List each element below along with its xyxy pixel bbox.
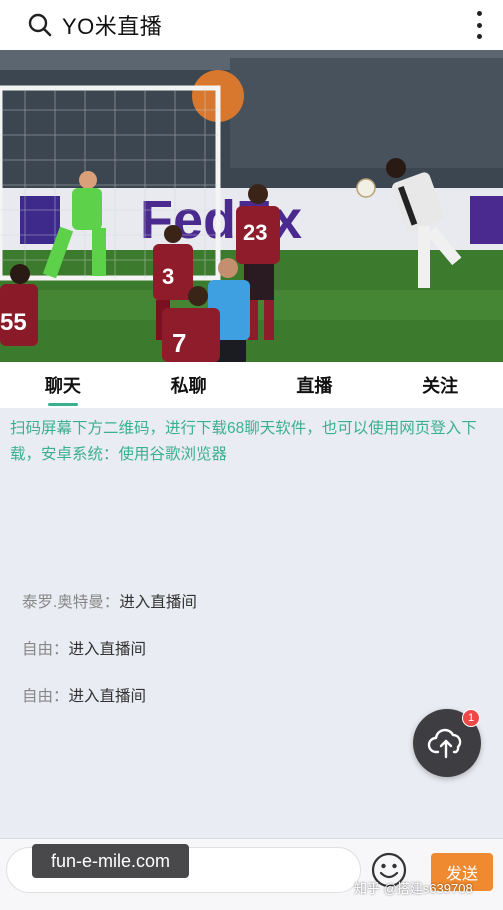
chat-message: 泰罗.奥特曼：进入直播间: [22, 590, 197, 612]
notification-badge: 1: [462, 709, 480, 727]
chat-area: 扫码屏幕下方二维码，进行下载68聊天软件，也可以使用网页登入下载，安卓系统：使用…: [0, 408, 503, 838]
search-icon[interactable]: [26, 11, 54, 39]
chat-username[interactable]: 自由：: [22, 641, 69, 658]
zhihu-watermark: 知乎 @搭建s639708: [354, 881, 473, 896]
chat-text: 进入直播间: [68, 641, 147, 658]
chat-message: 自由：进入直播间: [22, 637, 146, 659]
tab-private-chat[interactable]: 私聊: [126, 362, 252, 408]
site-watermark: fun-e-mile.com: [32, 844, 189, 878]
top-bar: YO米直播: [0, 0, 503, 50]
app-title: YO米直播: [62, 14, 163, 39]
jersey-number-7: 7: [172, 328, 186, 358]
tab-live[interactable]: 直播: [252, 362, 378, 408]
tab-bar: 聊天 私聊 直播 关注: [0, 362, 503, 408]
chat-text: 进入直播间: [68, 688, 147, 705]
chat-text: 进入直播间: [119, 594, 197, 611]
chat-username[interactable]: 泰罗.奥特曼：: [22, 594, 119, 611]
jersey-number-23: 23: [243, 220, 267, 245]
jersey-number-55: 55: [0, 309, 27, 336]
chat-username[interactable]: 自由：: [22, 688, 69, 705]
chat-message: 自由：进入直播间: [22, 684, 146, 706]
more-vertical-icon[interactable]: [473, 11, 485, 39]
live-video[interactable]: FedEx 55 3 23 7: [0, 50, 503, 362]
system-notice: 扫码屏幕下方二维码，进行下载68聊天软件，也可以使用网页登入下载，安卓系统：使用…: [10, 420, 477, 463]
jersey-number-3: 3: [162, 264, 174, 289]
tab-chat[interactable]: 聊天: [0, 362, 126, 408]
tab-follow[interactable]: 关注: [377, 362, 503, 408]
cloud-upload-icon: [427, 728, 462, 759]
